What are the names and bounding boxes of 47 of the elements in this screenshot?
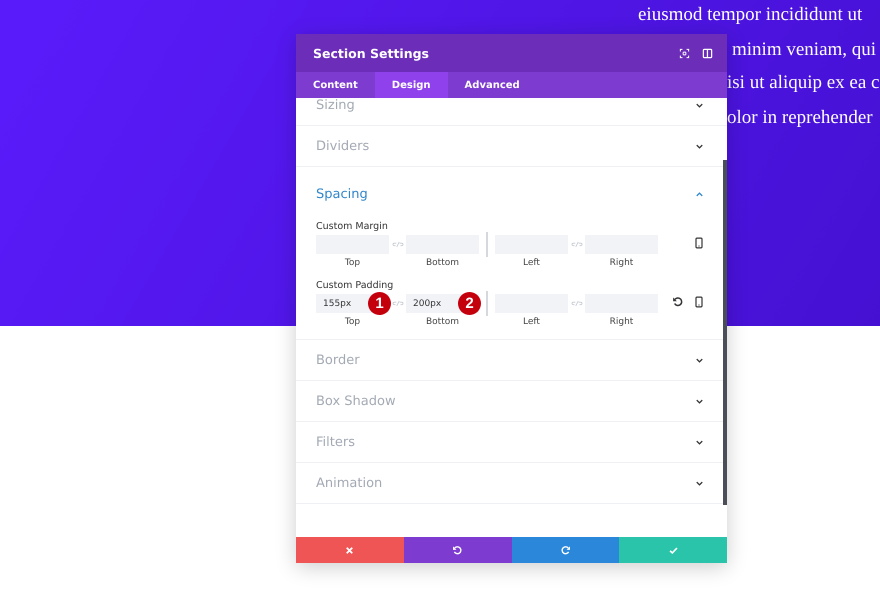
tab[interactable]: Advanced	[448, 72, 537, 98]
section-header[interactable]: Animation	[316, 463, 705, 503]
save-button[interactable]	[619, 537, 727, 563]
sidebar-layout-icon	[702, 48, 713, 58]
section-header[interactable]: Sizing	[316, 98, 705, 125]
input-field[interactable]: 155px 1	[316, 294, 389, 313]
close-icon	[344, 544, 356, 556]
section-header[interactable]: Filters	[316, 422, 705, 462]
phone-icon[interactable]	[693, 296, 705, 308]
reset-icon[interactable]	[672, 296, 684, 308]
field-caption: Left	[523, 258, 540, 268]
check-icon	[668, 544, 679, 556]
scrollbar[interactable]	[723, 160, 727, 505]
field-caption: Bottom	[426, 317, 459, 327]
phone-icon[interactable]	[693, 237, 705, 249]
modal-title: Section Settings	[313, 46, 430, 60]
undo-button[interactable]	[404, 537, 512, 563]
number-badge: 1	[368, 292, 391, 315]
fullscreen-icon	[679, 48, 690, 58]
link-icon	[390, 298, 404, 308]
link-icon	[570, 239, 584, 249]
field-caption: Right	[610, 317, 634, 327]
number-badge: 2	[458, 292, 481, 315]
field-caption: Left	[523, 317, 540, 327]
body-text: isi ut aliquip ex ea c	[727, 72, 880, 94]
body-text: minim veniam, qui	[732, 39, 876, 61]
redo-button[interactable]	[512, 537, 620, 563]
field-label: Custom Padding	[316, 280, 394, 291]
field-caption: Right	[610, 258, 634, 268]
section-header[interactable]: Border	[316, 340, 705, 380]
tab[interactable]: Design	[374, 72, 448, 98]
link-icon	[390, 239, 404, 249]
undo-icon	[452, 544, 464, 556]
field-caption: Top	[344, 258, 360, 268]
field-caption: Bottom	[426, 258, 459, 268]
tab[interactable]: Content	[296, 72, 375, 98]
link-icon	[570, 298, 584, 308]
body-text: eiusmod tempor incididunt ut	[638, 4, 862, 26]
body-text: olor in reprehender	[727, 107, 873, 129]
cancel-button[interactable]	[296, 537, 404, 563]
field-caption: Top	[344, 317, 360, 327]
section-header[interactable]: Dividers	[316, 126, 705, 166]
redo-icon	[560, 544, 571, 556]
input-field[interactable]: 200px 2	[406, 294, 479, 313]
section-header[interactable]: Box Shadow	[316, 381, 705, 421]
section-header[interactable]: Spacing	[316, 167, 705, 221]
field-label: Custom Margin	[316, 221, 389, 232]
